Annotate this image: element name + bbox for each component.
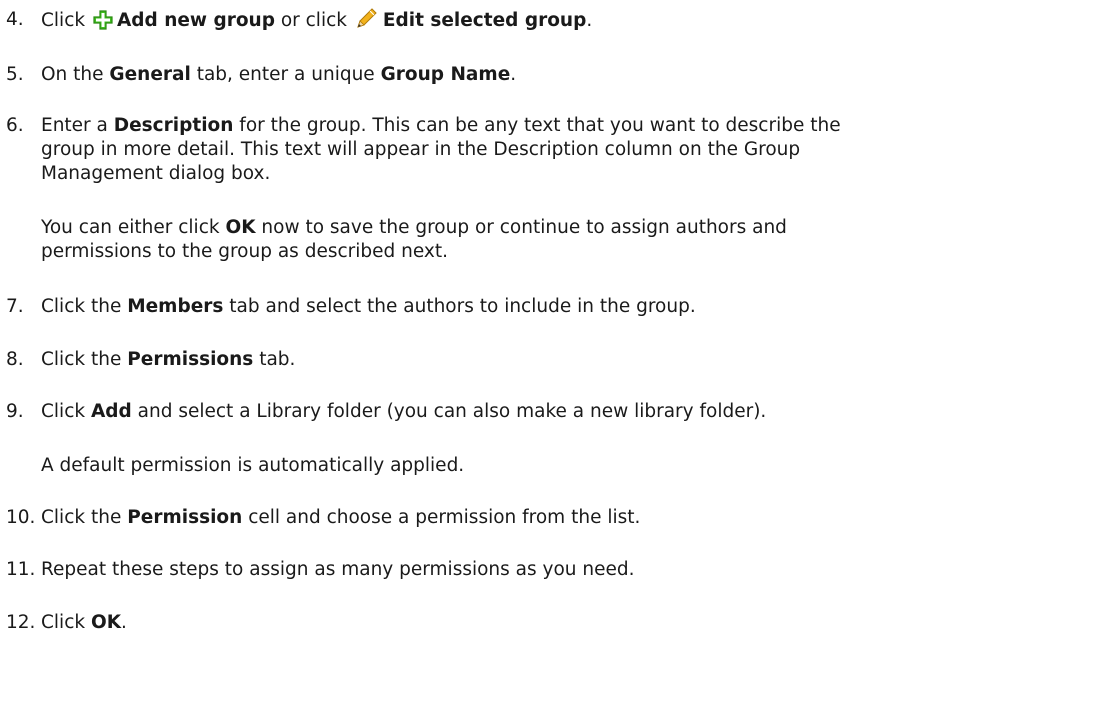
step-text: Click OK. xyxy=(41,612,127,633)
step-text: Click the Permission cell and choose a p… xyxy=(41,507,641,528)
pencil-icon xyxy=(355,6,379,38)
default-permission-note: A default permission is automatically ap… xyxy=(41,455,465,476)
step-number: 6. xyxy=(6,115,24,136)
step-text: Click Add and select a Library folder (y… xyxy=(41,401,767,422)
step-text: Click Add new group or click Edit select… xyxy=(41,6,1091,38)
step-number: 8. xyxy=(6,349,24,370)
step-number: 12. xyxy=(6,612,36,633)
step-number: 4. xyxy=(6,9,24,30)
step-number: 7. xyxy=(6,296,24,317)
step-text: Enter a Description for the group. This … xyxy=(41,115,841,136)
step-text: Click the Members tab and select the aut… xyxy=(41,296,696,317)
step-text: Repeat these steps to assign as many per… xyxy=(41,559,635,580)
step-6-continuation: group in more detail. This text will app… xyxy=(41,139,801,160)
step-text: On the General tab, enter a unique Group… xyxy=(41,64,517,85)
step-number: 11. xyxy=(6,559,36,580)
step-6-continuation: Management dialog box. xyxy=(41,163,271,184)
step-number: 9. xyxy=(6,401,24,422)
step-number: 10. xyxy=(6,507,36,528)
add-icon xyxy=(93,10,113,38)
ok-note-continuation: permissions to the group as described ne… xyxy=(41,241,448,262)
step-number: 5. xyxy=(6,64,24,85)
ok-note: You can either click OK now to save the … xyxy=(41,217,787,238)
step-text: Click the Permissions tab. xyxy=(41,349,296,370)
